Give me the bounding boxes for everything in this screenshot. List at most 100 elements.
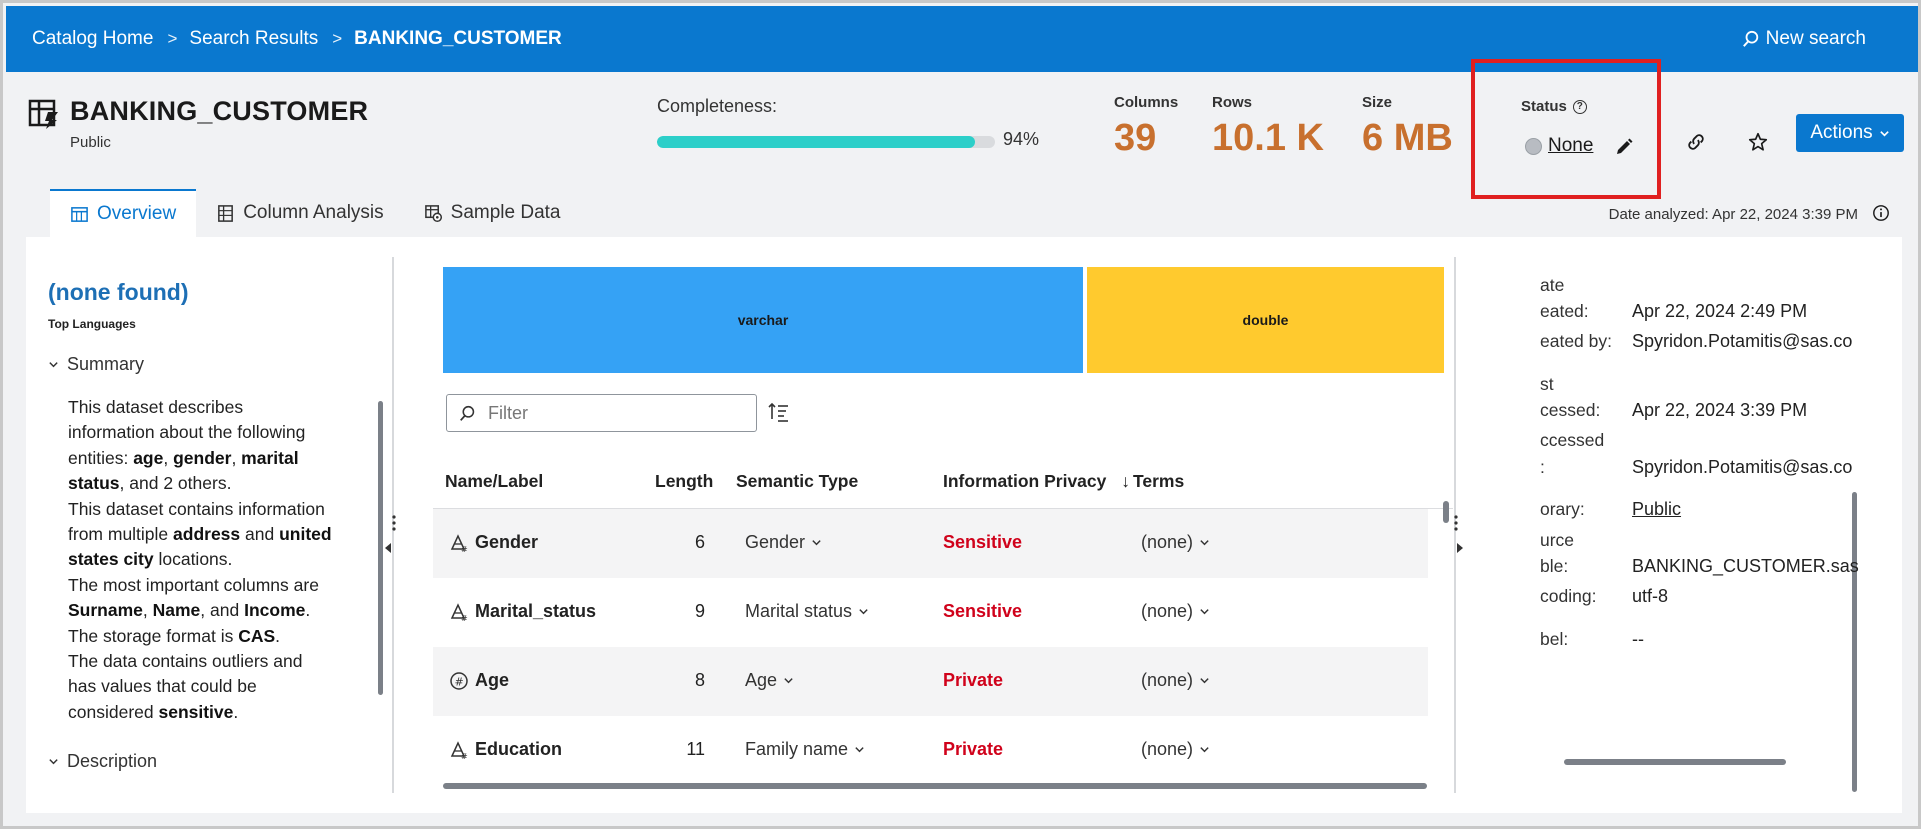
summary-bold-term: united — [279, 524, 332, 545]
svg-text:#: # — [455, 675, 464, 688]
stat-value: 6 MB — [1362, 117, 1453, 159]
summary-text-run: , and 2 others. — [119, 473, 232, 494]
drag-handle-icon[interactable] — [390, 513, 398, 539]
column-name-cell[interactable]: # Age — [449, 670, 509, 691]
type-bar-varchar[interactable]: varchar — [443, 267, 1083, 373]
collapse-right-icon[interactable] — [1457, 543, 1463, 553]
type-bar-label: double — [1242, 312, 1289, 328]
status-highlight-box — [1471, 59, 1661, 199]
terms-dropdown[interactable]: (none) — [1141, 739, 1210, 760]
summary-line: from multiple address and united — [68, 522, 368, 547]
tab-column-analysis[interactable]: Column Analysis — [196, 189, 403, 237]
tab-label: Column Analysis — [243, 202, 384, 223]
description-toggle[interactable]: Description — [48, 751, 157, 772]
table-row[interactable]: # Gender 6 Gender Sensitive (none) — [433, 509, 1428, 578]
property-key: coding: — [1540, 586, 1597, 606]
dataset-title: BANKING_CUSTOMER — [70, 96, 369, 126]
column-name-cell[interactable]: # Marital_status — [449, 601, 596, 622]
header-semantic-type[interactable]: Semantic Type — [736, 471, 858, 492]
column-name-cell[interactable]: # Gender — [449, 532, 538, 553]
summary-bold-term: age — [133, 447, 164, 468]
summary-text-run: locations. — [153, 549, 233, 570]
favorite-button[interactable] — [1740, 124, 1776, 160]
semantic-type-dropdown[interactable]: Age — [745, 670, 794, 691]
property-link[interactable]: Public — [1632, 499, 1681, 520]
summary-bold-term: Surname — [68, 600, 143, 621]
summary-text-run: The most important columns are — [68, 574, 319, 595]
terms-dropdown[interactable]: (none) — [1141, 532, 1210, 553]
property-key: cessed: — [1540, 400, 1601, 420]
header-name[interactable]: Name/Label — [445, 471, 543, 492]
type-bar-label: varchar — [737, 312, 789, 328]
summary-text-run: entities: — [68, 447, 134, 468]
left-scrollbar[interactable] — [378, 401, 383, 695]
stat-label: Columns — [1114, 94, 1179, 111]
new-search-button[interactable]: New search — [1742, 6, 1866, 72]
tab-label: Sample Data — [450, 202, 561, 223]
properties-vertical-scrollbar[interactable] — [1852, 492, 1857, 792]
column-name[interactable]: Education — [475, 739, 562, 760]
summary-bold-term: gender — [173, 447, 232, 468]
completeness-progress-bar — [657, 136, 995, 148]
summary-line: status, and 2 others. — [68, 471, 368, 496]
terms-dropdown[interactable]: (none) — [1141, 601, 1210, 622]
actions-button[interactable]: Actions — [1796, 114, 1904, 152]
summary-line: information about the following — [68, 420, 368, 445]
table-row[interactable]: # Education 11 Family name Private (none) — [433, 716, 1428, 785]
tab-overview[interactable]: Overview — [50, 189, 197, 237]
breadcrumb-catalog-home[interactable]: Catalog Home — [32, 28, 153, 50]
chevron-down-icon — [1199, 744, 1210, 755]
terms-value: (none) — [1141, 601, 1194, 621]
header-length[interactable]: Length — [655, 471, 713, 492]
summary-text-run: , and — [200, 600, 245, 621]
breadcrumb-search-results[interactable]: Search Results — [189, 28, 318, 50]
date-analyzed: Date analyzed: Apr 22, 2024 3:39 PM — [1608, 206, 1858, 223]
table-header: Name/Label Length Semantic Type Informat… — [433, 455, 1453, 509]
dataset-library: Public — [70, 134, 111, 151]
chevron-down-icon — [854, 744, 865, 755]
stat-label: Rows — [1212, 94, 1253, 111]
table-row[interactable]: # Age 8 Age Private (none) — [433, 647, 1428, 716]
properties-horizontal-scrollbar[interactable] — [1564, 759, 1786, 765]
sample-data-icon — [424, 204, 442, 222]
table-horizontal-scrollbar[interactable] — [443, 783, 1427, 789]
column-name[interactable]: Age — [475, 670, 509, 691]
app-window: Catalog Home > Search Results > BANKING_… — [0, 0, 1921, 829]
semantic-type-value: Marital status — [745, 601, 853, 621]
chevron-down-icon — [858, 606, 869, 617]
sort-descending-icon: ↓ — [1121, 471, 1131, 491]
column-name[interactable]: Gender — [475, 532, 538, 553]
semantic-type-dropdown[interactable]: Family name — [745, 739, 865, 760]
svg-text:#: # — [461, 614, 468, 622]
column-name[interactable]: Marital_status — [475, 601, 596, 622]
chevron-down-icon — [49, 362, 58, 368]
property-value: -- — [1632, 629, 1644, 649]
type-bar-double[interactable]: double — [1087, 267, 1444, 373]
link-button[interactable] — [1678, 124, 1714, 160]
table-row[interactable]: # Marital_status 9 Marital status Sensitive (… — [433, 578, 1428, 647]
terms-value: (none) — [1141, 532, 1194, 552]
semantic-type-dropdown[interactable]: Marital status — [745, 601, 869, 622]
column-name-cell[interactable]: # Education — [449, 739, 562, 760]
sort-options-icon[interactable] — [768, 401, 790, 423]
header-information-privacy[interactable]: Information Privacy ↓ — [943, 471, 1130, 492]
terms-dropdown[interactable]: (none) — [1141, 670, 1210, 691]
tab-sample-data[interactable]: Sample Data — [404, 189, 581, 237]
header-terms[interactable]: Terms — [1133, 471, 1184, 492]
drag-handle-icon[interactable] — [1452, 513, 1460, 539]
summary-text-run: The data contains outliers and — [68, 651, 303, 672]
summary-text-run: from multiple — [68, 524, 174, 545]
summary-text-run: . — [305, 600, 311, 621]
filter-input[interactable]: Filter — [446, 394, 757, 432]
info-icon[interactable] — [1872, 204, 1890, 222]
table-vertical-scrollbar[interactable] — [1443, 501, 1449, 523]
search-icon — [460, 405, 475, 421]
text-type-icon: # — [449, 533, 469, 553]
summary-text-run: . — [275, 625, 281, 646]
summary-line: The most important columns are — [68, 573, 368, 598]
semantic-type-dropdown[interactable]: Gender — [745, 532, 822, 553]
collapse-left-icon[interactable] — [385, 543, 391, 553]
description-heading: Description — [67, 751, 158, 771]
summary-toggle[interactable]: Summary — [48, 354, 144, 375]
breadcrumb-separator: > — [167, 29, 178, 48]
